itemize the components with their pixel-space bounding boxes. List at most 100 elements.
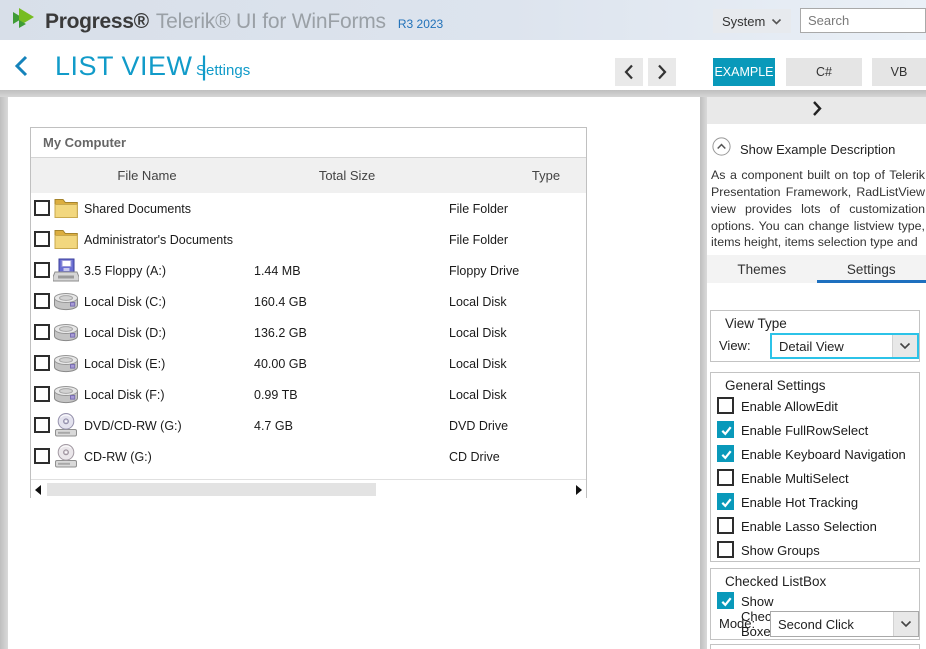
tab-settings[interactable]: Settings [816, 255, 926, 283]
chevron-down-icon [771, 14, 782, 29]
tab-example[interactable]: EXAMPLE [713, 58, 775, 86]
setting-option[interactable]: Enable Lasso Selection [717, 516, 917, 540]
back-button[interactable] [13, 54, 35, 78]
theme-select-value: System [722, 13, 766, 29]
app-window: Progress® Telerik® UI for WinForms R3 20… [0, 0, 926, 649]
page-subtitle: Settings [196, 62, 251, 79]
listview-column-header: File Name Total Size Type [31, 158, 586, 193]
scroll-left-arrow-icon[interactable] [35, 485, 41, 495]
row-checkbox[interactable] [34, 324, 50, 340]
product-text: Telerik® UI for WinForms [155, 10, 386, 33]
check-mode-dropdown[interactable]: Second Click [770, 611, 919, 637]
row-checkbox[interactable] [34, 386, 50, 402]
brand-text: Progress® [45, 10, 149, 33]
row-checkbox[interactable] [34, 200, 50, 216]
type-cell: CD Drive [449, 450, 500, 464]
type-cell: Local Disk [449, 326, 507, 340]
collapse-panel-button[interactable] [707, 97, 926, 124]
column-header-type[interactable]: Type [532, 158, 560, 193]
tab-csharp[interactable]: C# [786, 58, 862, 86]
table-row[interactable]: Local Disk (E:) 40.00 GB Local Disk [31, 348, 586, 379]
setting-checkbox[interactable] [717, 469, 734, 486]
row-checkbox[interactable] [34, 448, 50, 464]
setting-option-label: Enable Hot Tracking [741, 495, 859, 510]
table-row[interactable]: Administrator's Documents File Folder [31, 224, 586, 255]
table-row[interactable]: Shared Documents File Folder [31, 193, 586, 224]
total-size-cell: 136.2 GB [254, 326, 307, 340]
floppy-icon [52, 258, 80, 283]
setting-option[interactable]: Enable FullRowSelect [717, 420, 917, 444]
row-checkbox[interactable] [34, 417, 50, 433]
content-top-shadow [0, 90, 926, 97]
setting-option[interactable]: Show Groups [717, 540, 917, 564]
row-checkbox[interactable] [34, 355, 50, 371]
general-settings-options: Enable AllowEdit Enable FullRowSelect En… [717, 396, 917, 564]
horizontal-scrollbar[interactable] [31, 479, 586, 499]
table-row[interactable]: Local Disk (D:) 136.2 GB Local Disk [31, 317, 586, 348]
file-name-cell: Local Disk (D:) [84, 326, 166, 340]
listview-title: My Computer [43, 135, 127, 150]
setting-option[interactable]: Enable MultiSelect [717, 468, 917, 492]
search-input[interactable] [801, 9, 925, 32]
file-name-cell: 3.5 Floppy (A:) [84, 264, 166, 278]
setting-checkbox[interactable] [717, 541, 734, 558]
type-cell: File Folder [449, 202, 509, 216]
panel-tab-strip: Themes Settings [707, 255, 926, 283]
next-group-partial [710, 644, 920, 649]
setting-checkbox[interactable] [717, 421, 734, 438]
page-title: LIST VIEW | [55, 51, 209, 81]
general-settings-group: General Settings Enable AllowEdit Enable… [710, 372, 920, 562]
setting-option-label: Show Groups [741, 543, 820, 558]
view-label: View: [719, 338, 751, 353]
column-header-total-size[interactable]: Total Size [319, 158, 375, 193]
type-cell: Local Disk [449, 295, 507, 309]
table-row[interactable]: 3.5 Floppy (A:) 1.44 MB Floppy Drive [31, 255, 586, 286]
type-cell: Floppy Drive [449, 264, 520, 278]
table-row[interactable]: DVD/CD-RW (G:) 4.7 GB DVD Drive [31, 410, 586, 441]
view-type-dropdown[interactable]: Detail View [770, 333, 919, 359]
file-name-cell: CD-RW (G:) [84, 450, 152, 464]
settings-panel: Show Example Description As a component … [707, 97, 926, 649]
dvd-icon [53, 413, 79, 438]
next-example-button[interactable] [648, 58, 676, 86]
view-type-group-title: View Type [725, 316, 787, 331]
setting-checkbox[interactable] [717, 493, 734, 510]
scroll-right-arrow-icon[interactable] [576, 485, 582, 495]
top-header-bar: Progress® Telerik® UI for WinForms R3 20… [0, 0, 926, 40]
setting-option[interactable]: Enable AllowEdit [717, 396, 917, 420]
show-description-toggle[interactable]: Show Example Description [712, 137, 895, 161]
chevron-down-icon[interactable] [893, 612, 918, 636]
version-text: R3 2023 [397, 17, 444, 31]
file-name-cell: Shared Documents [84, 202, 192, 216]
table-row[interactable]: Local Disk (C:) 160.4 GB Local Disk [31, 286, 586, 317]
setting-checkbox[interactable] [717, 517, 734, 534]
setting-checkbox[interactable] [717, 397, 734, 414]
setting-option-label: Enable Lasso Selection [741, 519, 877, 534]
type-cell: Local Disk [449, 388, 507, 402]
setting-option-label: Enable Keyboard Navigation [741, 447, 906, 462]
example-description-text: As a component built on top of Telerik P… [711, 168, 925, 250]
column-header-file-name[interactable]: File Name [117, 158, 176, 193]
setting-option[interactable]: Enable Keyboard Navigation [717, 444, 917, 468]
table-row[interactable]: Local Disk (F:) 0.99 TB Local Disk [31, 379, 586, 410]
disk-icon [53, 289, 79, 314]
show-check-boxes-checkbox[interactable] [717, 592, 734, 609]
file-name-cell: Local Disk (E:) [84, 357, 166, 371]
row-checkbox[interactable] [34, 293, 50, 309]
theme-select[interactable]: System [713, 9, 791, 33]
scrollbar-thumb[interactable] [47, 483, 376, 496]
tab-vb[interactable]: VB [872, 58, 926, 86]
setting-option[interactable]: Enable Hot Tracking [717, 492, 917, 516]
total-size-cell: 0.99 TB [254, 388, 298, 402]
setting-checkbox[interactable] [717, 445, 734, 462]
chevron-down-icon[interactable] [892, 335, 917, 357]
row-checkbox[interactable] [34, 231, 50, 247]
setting-option-label: Enable AllowEdit [741, 399, 838, 414]
tab-themes[interactable]: Themes [707, 255, 817, 283]
type-cell: Local Disk [449, 357, 507, 371]
previous-example-button[interactable] [615, 58, 643, 86]
row-checkbox[interactable] [34, 262, 50, 278]
folder-icon [53, 196, 79, 221]
file-name-cell: Administrator's Documents [84, 233, 233, 247]
table-row[interactable]: CD-RW (G:) CD Drive [31, 441, 586, 472]
